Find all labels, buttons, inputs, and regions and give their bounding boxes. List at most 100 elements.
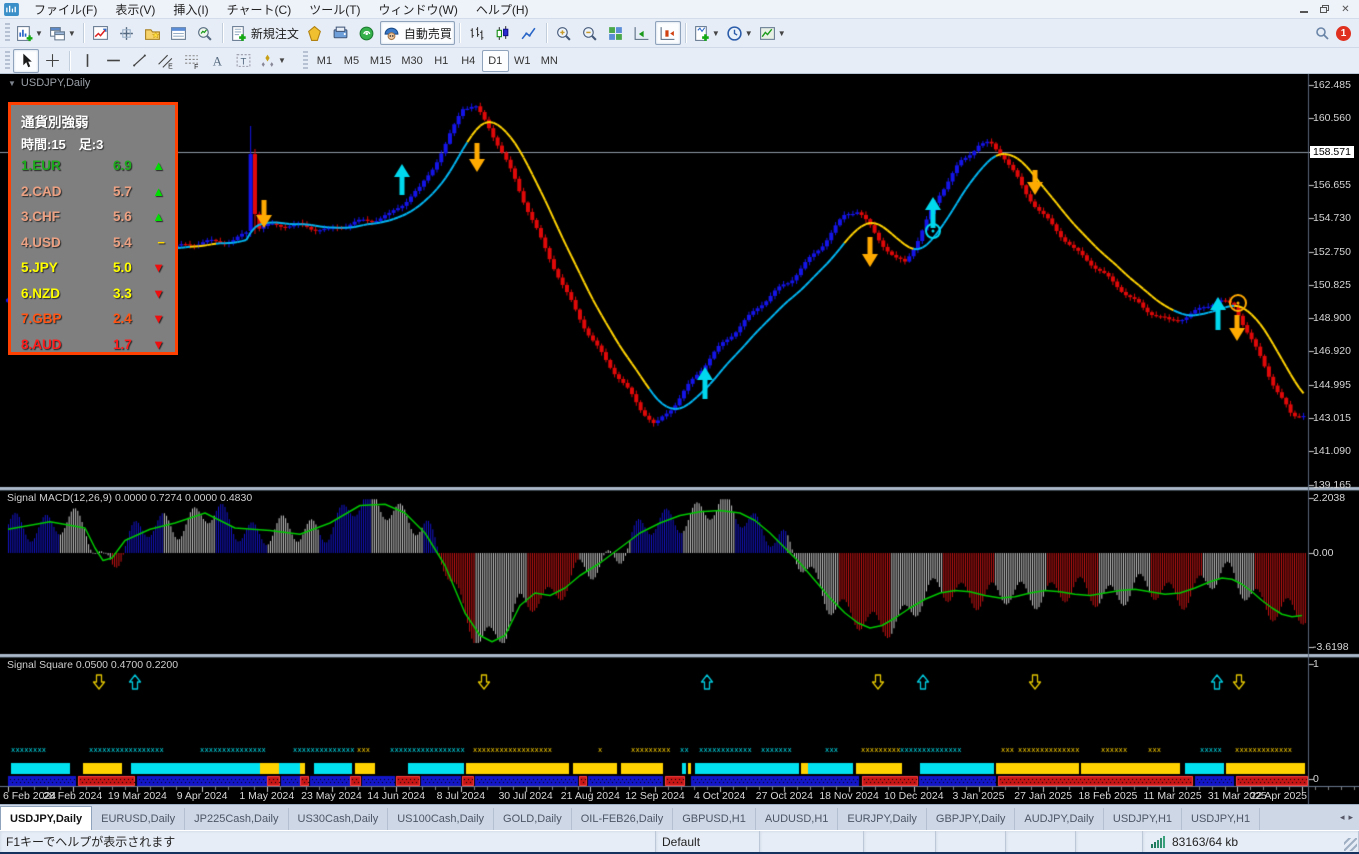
hline-button[interactable] (100, 49, 126, 73)
strategy-tester-button[interactable] (192, 21, 218, 45)
trendline-button[interactable] (126, 49, 152, 73)
tab-scroll-left-button[interactable]: ◂ (1340, 812, 1345, 823)
period-button-mn[interactable]: MN (536, 50, 563, 72)
text-button[interactable]: A (204, 49, 230, 73)
market-watch-button[interactable] (88, 21, 114, 45)
window-controls: ✕ (1294, 1, 1359, 17)
zoom-in-button[interactable] (551, 21, 577, 45)
notification-badge[interactable]: 1 (1336, 25, 1351, 41)
terminal-button[interactable] (166, 21, 192, 45)
price-axis-label: 143.015 (1313, 412, 1351, 424)
search-icon[interactable] (1314, 25, 1330, 41)
menu-item-0[interactable]: ファイル(F) (25, 0, 106, 19)
data-window-button[interactable] (114, 21, 140, 45)
auto-scroll-button[interactable] (629, 21, 655, 45)
chart-tab-7[interactable]: GBPUSD,H1 (673, 808, 756, 830)
chart-tab-12[interactable]: USDJPY,H1 (1104, 808, 1183, 830)
menu-item-6[interactable]: ヘルプ(H) (467, 0, 538, 19)
channel-button[interactable]: E (152, 49, 178, 73)
chart-tab-2[interactable]: JP225Cash,Daily (185, 808, 289, 830)
resize-grip[interactable] (1344, 838, 1357, 851)
menu-item-3[interactable]: チャート(C) (218, 0, 301, 19)
toolbar-grip[interactable] (5, 23, 10, 43)
dropdown-caret-icon[interactable]: ▼ (778, 29, 786, 38)
period-button-m1[interactable]: M1 (311, 50, 338, 72)
period-button-m15[interactable]: M15 (365, 50, 396, 72)
periods-clock-button[interactable]: ▼ (723, 21, 756, 45)
period-button-m30[interactable]: M30 (396, 50, 427, 72)
tab-scroll-right-button[interactable]: ▸ (1348, 812, 1353, 823)
alerts-button[interactable] (354, 21, 380, 45)
zoom-out-button[interactable] (577, 21, 603, 45)
chart-canvas[interactable] (0, 74, 1359, 804)
bar-chart-button[interactable] (464, 21, 490, 45)
currency-name: 3.CHF (21, 209, 61, 225)
text-icon: A (209, 52, 226, 69)
chart-tab-bar: USDJPY,Daily EURUSD,Daily JP225Cash,Daily U… (0, 804, 1359, 830)
toolbar-grip[interactable] (302, 50, 308, 71)
chart-tab-10[interactable]: GBPJPY,Daily (927, 808, 1016, 830)
templates-button[interactable]: ▼ (756, 21, 789, 45)
chart-tab-1[interactable]: EURUSD,Daily (92, 808, 186, 830)
close-button[interactable]: ✕ (1336, 1, 1355, 17)
currency-strength-panel: 通貨別強弱 時間:15 足:3 1.EUR 6.9 ▲ 2.CAD 5.7 ▲ 3.CHF 5… (8, 102, 178, 355)
autotrading-button[interactable]: 自動売買 (379, 21, 455, 45)
chart-tab-3[interactable]: US30Cash,Daily (289, 808, 389, 830)
status-connection-section: 83163/64 kb (1143, 831, 1359, 852)
indicators-button[interactable]: ▼ (690, 21, 723, 45)
navigator-button[interactable] (140, 21, 166, 45)
down-triangle-icon: ▼ (152, 285, 165, 301)
dropdown-caret-icon[interactable]: ▼ (745, 29, 753, 38)
chart-tab-4[interactable]: US100Cash,Daily (388, 808, 495, 830)
menu-item-1[interactable]: 表示(V) (106, 0, 164, 19)
tile-windows-button[interactable] (603, 21, 629, 45)
new-chart-button[interactable]: ▼ (13, 21, 46, 45)
period-button-w1[interactable]: W1 (509, 50, 536, 72)
shapes-button[interactable]: ▼ (256, 49, 289, 73)
crosshair-button[interactable] (39, 49, 65, 73)
chart-tab-11[interactable]: AUDJPY,Daily (1015, 808, 1104, 830)
shapes-icon (259, 52, 276, 69)
new-order-button[interactable]: 新規注文 (227, 21, 302, 45)
line-chart-button[interactable] (516, 21, 542, 45)
metaeditor-button[interactable] (302, 21, 328, 45)
chart-tab-5[interactable]: GOLD,Daily (494, 808, 572, 830)
label-icon: T (235, 52, 252, 69)
period-button-d1[interactable]: D1 (481, 49, 509, 72)
menu-item-5[interactable]: ウィンドウ(W) (370, 0, 467, 19)
toolbar-grip[interactable] (5, 50, 10, 71)
chart-tab-8[interactable]: AUDUSD,H1 (756, 808, 839, 830)
period-button-h1[interactable]: H1 (428, 50, 455, 72)
flat-dash-icon: − (157, 234, 165, 250)
date-axis-label: 30 Jul 2024 (498, 790, 553, 802)
profiles-button[interactable]: ▼ (46, 21, 79, 45)
chart-tab-9[interactable]: EURJPY,Daily (838, 808, 927, 830)
chart-tab-13[interactable]: USDJPY,H1 (1182, 808, 1261, 830)
dropdown-caret-icon[interactable]: ▼ (278, 56, 286, 65)
chart-tab-0[interactable]: USDJPY,Daily (0, 806, 93, 830)
connection-bars-icon (1151, 836, 1165, 848)
menu-item-2[interactable]: 挿入(I) (164, 0, 217, 19)
chart-tab-6[interactable]: OIL-FEB26,Daily (572, 808, 674, 830)
minimize-button[interactable] (1294, 1, 1313, 17)
vline-button[interactable] (74, 49, 100, 73)
fibo-button[interactable]: F (178, 49, 204, 73)
app-logo-icon (4, 2, 19, 16)
menu-item-4[interactable]: ツール(T) (300, 0, 369, 19)
strength-row-jpy: 5.JPY 5.0 ▼ (21, 255, 165, 281)
dropdown-caret-icon[interactable]: ▼ (712, 29, 720, 38)
auto-scroll-icon (633, 25, 650, 42)
status-profile[interactable]: Default (656, 831, 760, 852)
chart-shift-button[interactable] (654, 21, 681, 45)
dropdown-caret-icon[interactable]: ▼ (68, 29, 76, 38)
period-button-m5[interactable]: M5 (338, 50, 365, 72)
label-button[interactable]: T (230, 49, 256, 73)
cursor-button[interactable] (13, 48, 39, 73)
chart-symbol-label[interactable]: ▼ USDJPY,Daily (8, 77, 90, 89)
restore-button[interactable] (1315, 1, 1334, 17)
experts-button[interactable] (328, 21, 354, 45)
candle-chart-button[interactable] (490, 21, 516, 45)
date-axis-label: 11 Mar 2025 (1143, 790, 1202, 802)
dropdown-caret-icon[interactable]: ▼ (35, 29, 43, 38)
period-button-h4[interactable]: H4 (455, 50, 482, 72)
